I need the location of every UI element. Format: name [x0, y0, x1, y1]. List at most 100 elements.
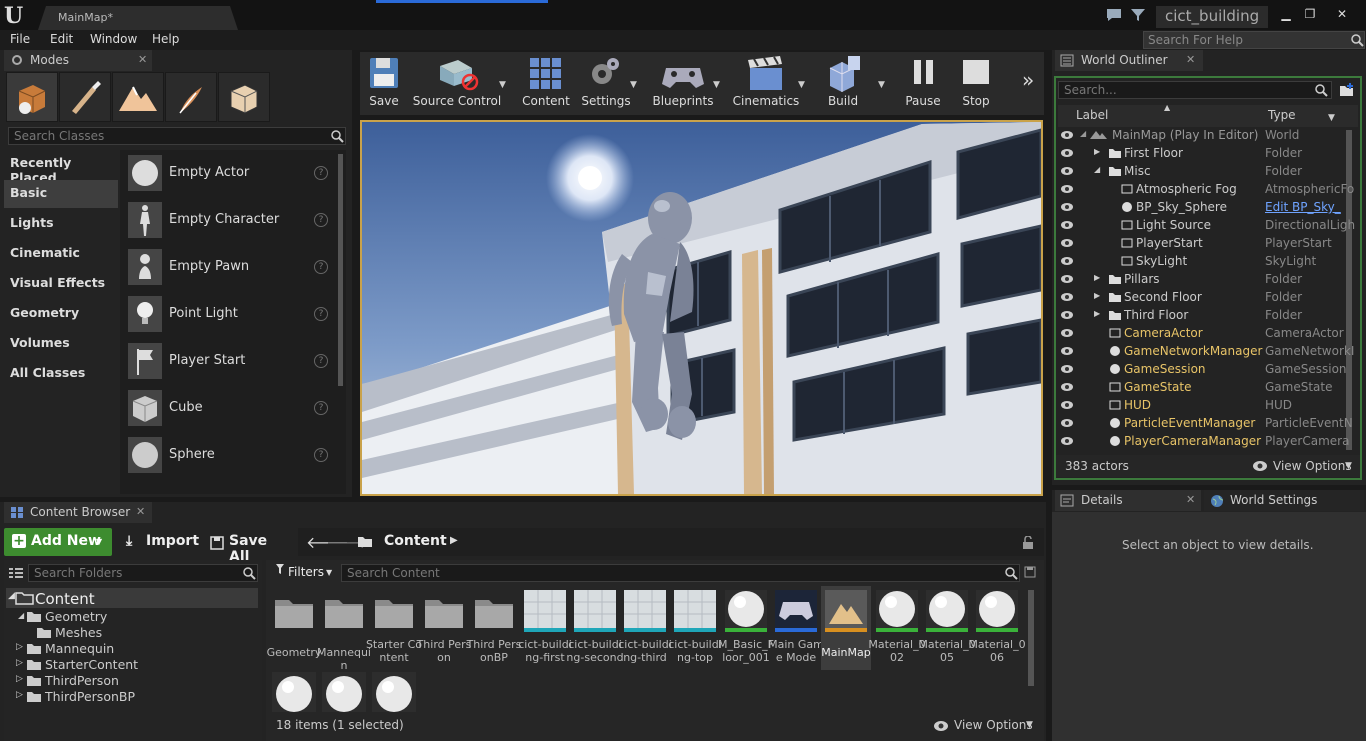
unreal-logo-icon[interactable]: U — [4, 4, 30, 28]
import-button[interactable]: ⤓ Import — [124, 528, 199, 556]
search-folders-input[interactable]: Search Folders — [28, 564, 258, 582]
category-visual-effects[interactable]: Visual Effects — [4, 270, 118, 298]
outliner-row-type[interactable]: Edit BP_Sky_ — [1265, 200, 1355, 214]
search-content-input[interactable]: Search Content — [341, 564, 1020, 582]
collapse-icon[interactable]: ▷ — [16, 690, 23, 700]
asset-tile[interactable]: M_Basic_Floor_001 — [718, 586, 774, 670]
outliner-row[interactable]: ▶ Second Floor Folder — [1056, 288, 1360, 306]
asset-tile[interactable] — [322, 672, 366, 712]
asset-tile[interactable]: cict-building-second — [566, 586, 624, 670]
visibility-eye-icon[interactable] — [1060, 238, 1074, 248]
outliner-row[interactable]: PlayerStart PlayerStart — [1056, 234, 1360, 252]
chevron-down-icon[interactable]: ▼ — [1328, 113, 1335, 123]
asset-tile[interactable]: Material_005 — [918, 586, 976, 670]
menu-window[interactable]: Window — [90, 32, 137, 46]
chevron-down-icon[interactable]: ▼ — [878, 80, 885, 90]
class-item-cube[interactable]: Cube ? — [124, 387, 334, 431]
outliner-row[interactable]: ◢ MainMap (Play In Editor) World — [1056, 126, 1360, 144]
class-item-player-start[interactable]: Player Start ? — [124, 340, 334, 384]
tree-meshes[interactable]: Meshes — [55, 625, 102, 640]
stop-button[interactable]: Stop — [953, 54, 999, 112]
minimize-icon[interactable]: ▁ — [1275, 5, 1297, 23]
add-new-button[interactable]: + Add New ▼ — [4, 528, 112, 556]
asset-tile[interactable]: cict-building-top — [668, 586, 722, 670]
tab-world-outliner[interactable]: World Outliner — [1055, 50, 1203, 71]
paint-mode-button[interactable] — [59, 72, 111, 122]
visibility-eye-icon[interactable] — [1060, 130, 1074, 140]
collapse-icon[interactable]: ▶ — [1094, 291, 1100, 300]
tab-modes[interactable]: Modes — [4, 50, 152, 71]
tree-toggle-icon[interactable] — [8, 566, 24, 580]
help-icon[interactable]: ? — [314, 307, 328, 321]
level-viewport[interactable] — [360, 120, 1043, 496]
category-all-classes[interactable]: All Classes — [4, 360, 118, 388]
expand-icon[interactable]: ◢ — [1080, 129, 1086, 138]
close-tab-icon[interactable]: ✕ — [1186, 493, 1195, 506]
asset-tile[interactable]: Mannequin — [317, 586, 371, 672]
visibility-eye-icon[interactable] — [1060, 346, 1074, 356]
asset-tile[interactable]: MainMap — [821, 586, 871, 670]
class-item-sphere[interactable]: Sphere ? — [124, 434, 334, 478]
visibility-eye-icon[interactable] — [1060, 202, 1074, 212]
cinematics-button[interactable]: Cinematics — [732, 54, 800, 112]
column-label[interactable]: Label — [1076, 108, 1108, 122]
outliner-row[interactable]: GameSession GameSession — [1056, 360, 1360, 378]
asset-tile[interactable]: cict-building-third — [618, 586, 672, 670]
outliner-row[interactable]: ▶ First Floor Folder — [1056, 144, 1360, 162]
visibility-eye-icon[interactable] — [1060, 382, 1074, 392]
category-volumes[interactable]: Volumes — [4, 330, 118, 358]
class-list-scrollbar[interactable] — [338, 154, 343, 386]
collapse-icon[interactable]: ▷ — [16, 658, 23, 668]
pause-button[interactable]: Pause — [900, 54, 946, 112]
close-window-icon[interactable]: ✕ — [1331, 5, 1353, 23]
menu-edit[interactable]: Edit — [50, 32, 73, 46]
outliner-search-input[interactable]: Search... — [1058, 81, 1332, 99]
chat-icon[interactable] — [1106, 8, 1122, 22]
class-item-point-light[interactable]: Point Light ? — [124, 293, 334, 337]
path-chevron-icon[interactable]: ▶ — [450, 535, 458, 546]
category-cinematic[interactable]: Cinematic — [4, 240, 118, 268]
asset-tile[interactable]: cict-building-first — [518, 586, 572, 670]
help-icon[interactable]: ? — [314, 401, 328, 415]
tree-third-person-bp[interactable]: ThirdPersonBP — [45, 689, 135, 704]
path-content[interactable]: Content — [384, 533, 447, 549]
class-item-empty-pawn[interactable]: Empty Pawn ? — [124, 246, 334, 290]
outliner-row[interactable]: ▶ Third Floor Folder — [1056, 306, 1360, 324]
outliner-row[interactable]: Atmospheric Fog AtmosphericFo — [1056, 180, 1360, 198]
outliner-row[interactable]: PlayerCameraManager PlayerCamera — [1056, 432, 1360, 450]
visibility-eye-icon[interactable] — [1060, 148, 1074, 158]
tab-content-browser[interactable]: Content Browser — [4, 502, 152, 523]
outliner-row[interactable]: ▶ Pillars Folder — [1056, 270, 1360, 288]
help-icon[interactable]: ? — [314, 213, 328, 227]
maximize-icon[interactable]: ❐ — [1299, 5, 1321, 23]
geometry-mode-button[interactable] — [218, 72, 270, 122]
class-item-empty-character[interactable]: Empty Character ? — [124, 199, 334, 243]
source-control-button[interactable]: Source Control — [412, 54, 502, 112]
asset-tile[interactable]: Third Person — [417, 586, 471, 670]
outliner-row[interactable]: GameState GameState — [1056, 378, 1360, 396]
landscape-mode-button[interactable] — [112, 72, 164, 122]
search-classes-input[interactable]: Search Classes — [8, 127, 346, 145]
place-mode-button[interactable] — [6, 72, 58, 122]
chevron-down-icon[interactable]: ▼ — [1026, 720, 1033, 730]
menu-file[interactable]: File — [10, 32, 30, 46]
visibility-eye-icon[interactable] — [1060, 166, 1074, 176]
outliner-row[interactable]: Light Source DirectionalLigh — [1056, 216, 1360, 234]
outliner-row[interactable]: BP_Sky_Sphere Edit BP_Sky_ — [1056, 198, 1360, 216]
help-icon[interactable]: ? — [314, 260, 328, 274]
visibility-eye-icon[interactable] — [1060, 310, 1074, 320]
visibility-eye-icon[interactable] — [1060, 418, 1074, 428]
asset-tile[interactable]: Geometry — [267, 586, 321, 670]
search-icon[interactable] — [1350, 33, 1364, 47]
outliner-row[interactable]: SkyLight SkyLight — [1056, 252, 1360, 270]
settings-button[interactable]: Settings — [580, 54, 632, 112]
tree-third-person[interactable]: ThirdPerson — [45, 673, 119, 688]
chevron-down-icon[interactable]: ▼ — [326, 568, 332, 577]
help-icon[interactable]: ? — [314, 354, 328, 368]
tree-content[interactable]: Content — [35, 590, 95, 608]
tree-geometry[interactable]: Geometry — [45, 609, 107, 624]
visibility-eye-icon[interactable] — [1060, 274, 1074, 284]
close-tab-icon[interactable]: ✕ — [138, 53, 147, 66]
save-search-icon[interactable] — [1024, 566, 1036, 578]
visibility-eye-icon[interactable] — [1060, 256, 1074, 266]
